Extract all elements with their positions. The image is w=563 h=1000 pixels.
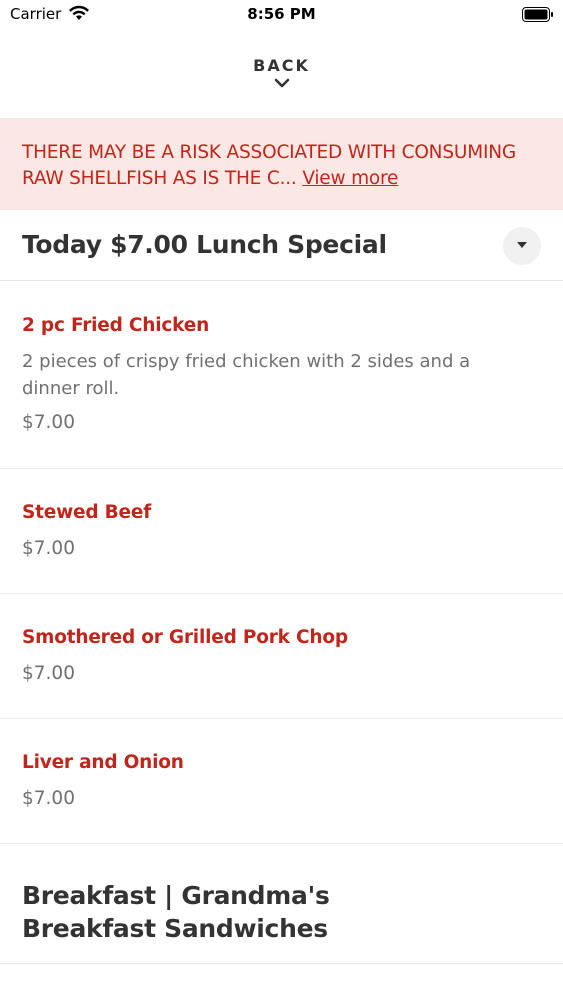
menu-item-name: Liver and Onion: [22, 752, 184, 773]
view-more-link[interactable]: View more: [302, 168, 398, 189]
menu-item-name: 2 pc Fried Chicken: [22, 315, 210, 336]
category-header-lunch-special[interactable]: Today $7.00 Lunch Special: [0, 210, 563, 281]
menu-item-name: Smothered or Grilled Pork Chop: [22, 627, 348, 648]
category-title: Breakfast | Grandma's Breakfast Sandwich…: [22, 881, 330, 943]
warning-text: THERE MAY BE A RISK ASSOCIATED WITH CONS…: [22, 140, 541, 192]
battery-icon: [522, 7, 553, 22]
menu-item-price: $7.00: [22, 788, 75, 809]
warning-message: THERE MAY BE A RISK ASSOCIATED WITH CONS…: [22, 142, 516, 189]
category-title: Today $7.00 Lunch Special: [22, 230, 387, 259]
status-bar: Carrier 8:56 PM: [0, 0, 563, 30]
menu-item-price: $7.00: [22, 538, 75, 559]
back-label: BACK: [253, 56, 310, 75]
menu-item-price: $7.00: [22, 412, 75, 433]
menu-item-price: $7.00: [22, 663, 75, 684]
chevron-down-icon: [274, 78, 289, 88]
menu-item-name: Stewed Beef: [22, 502, 152, 523]
menu-item[interactable]: Liver and Onion $7.00: [0, 719, 563, 844]
menu-item[interactable]: 2 pc Fried Chicken 2 pieces of crispy fr…: [0, 281, 563, 469]
allergy-warning-banner: THERE MAY BE A RISK ASSOCIATED WITH CONS…: [0, 118, 563, 210]
collapse-toggle-button[interactable]: [503, 227, 541, 265]
dropdown-caret-icon: [517, 242, 527, 248]
clock: 8:56 PM: [247, 5, 316, 23]
back-button[interactable]: BACK: [0, 56, 563, 102]
menu-item[interactable]: Smothered or Grilled Pork Chop $7.00: [0, 594, 563, 719]
menu-item-description: 2 pieces of crispy fried chicken with 2 …: [22, 351, 471, 399]
category-header-breakfast[interactable]: Breakfast | Grandma's Breakfast Sandwich…: [0, 843, 563, 964]
menu-item[interactable]: Stewed Beef $7.00: [0, 469, 563, 594]
